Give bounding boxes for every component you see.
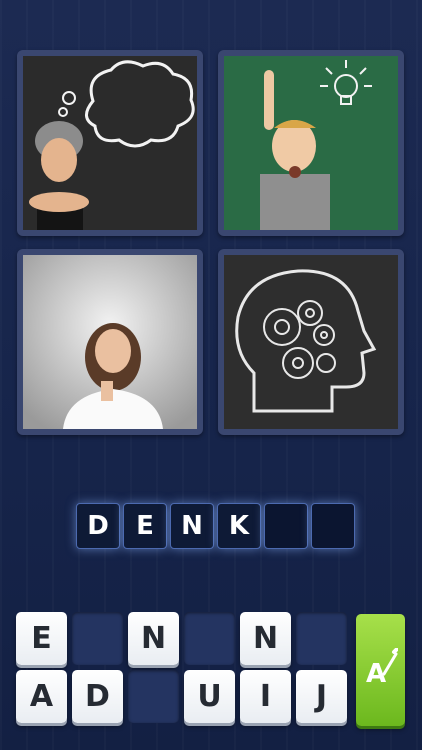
letter-pool-row-1: E N N	[16, 612, 347, 665]
letter-key-empty	[128, 670, 179, 723]
woman-thinking-image	[23, 255, 197, 429]
letter-key[interactable]: I	[240, 670, 291, 723]
picture-tile-3[interactable]	[17, 249, 203, 435]
picture-tile-4[interactable]	[218, 249, 404, 435]
letter-key-empty	[296, 612, 347, 665]
brush-letter-icon: A	[366, 648, 398, 689]
answer-slot[interactable]: E	[123, 503, 167, 549]
letter-pool: E N N A D U I J	[16, 612, 347, 728]
answer-slot[interactable]: K	[217, 503, 261, 549]
letter-key[interactable]: N	[128, 612, 179, 665]
answer-slot[interactable]: N	[170, 503, 214, 549]
picture-tile-2[interactable]	[218, 50, 404, 236]
answer-row: D E N K	[76, 503, 355, 549]
letter-key[interactable]: J	[296, 670, 347, 723]
letter-key[interactable]: E	[16, 612, 67, 665]
letter-key[interactable]: D	[72, 670, 123, 723]
answer-slot-empty[interactable]	[264, 503, 308, 549]
letter-key[interactable]: A	[16, 670, 67, 723]
letter-key[interactable]: N	[240, 612, 291, 665]
boy-idea-bulb-image	[224, 56, 398, 230]
letter-key-empty	[184, 612, 235, 665]
answer-slot[interactable]: D	[76, 503, 120, 549]
letter-key-empty	[72, 612, 123, 665]
letter-pool-row-2: A D U I J	[16, 670, 347, 723]
picture-tile-1[interactable]	[17, 50, 203, 236]
head-gears-image	[224, 255, 398, 429]
thinking-woman-cloud-image	[23, 56, 197, 230]
answer-slot-empty[interactable]	[311, 503, 355, 549]
letter-key[interactable]: U	[184, 670, 235, 723]
hint-button[interactable]: A	[356, 614, 405, 726]
